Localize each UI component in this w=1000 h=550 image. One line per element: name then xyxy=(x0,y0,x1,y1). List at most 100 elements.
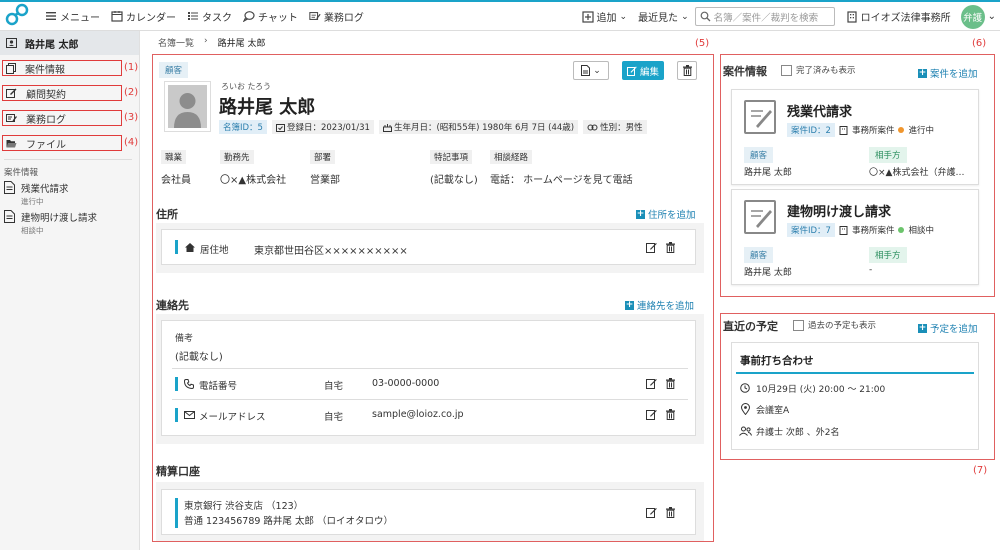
event-title-underline xyxy=(736,372,974,374)
show-completed-label: 完了済みも表示 xyxy=(796,66,856,76)
sidebar-person-header[interactable]: 路井尾 太郎 xyxy=(0,31,139,55)
avatar-text: 弁護 xyxy=(963,12,983,24)
edit-icon[interactable] xyxy=(646,409,657,420)
app-logo[interactable] xyxy=(4,2,34,30)
nav-worklog-label: 業務ログ xyxy=(323,12,364,24)
sidebar-item-label: 業務ログ xyxy=(26,114,66,126)
edit-icon[interactable] xyxy=(646,507,657,518)
contact-note-label: 備考 xyxy=(175,334,194,344)
trash-icon[interactable] xyxy=(666,378,675,389)
delete-button[interactable] xyxy=(677,61,697,80)
add-address-link[interactable]: + 住所を追加 xyxy=(636,207,696,221)
sidebar-case-title: 残業代請求 xyxy=(21,184,69,195)
recent-dropdown[interactable]: 最近見た ⌄ xyxy=(638,9,689,25)
nav-task[interactable]: タスク xyxy=(187,9,232,24)
sidebar-case-title: 建物明け渡し請求 xyxy=(21,213,98,224)
sidebar-item-advisory-contract[interactable]: 顧問契約 xyxy=(2,85,122,101)
field-value-department: 営業部 xyxy=(310,175,340,186)
trash-icon[interactable] xyxy=(666,242,675,253)
nav-worklog[interactable]: 業務ログ xyxy=(309,9,364,24)
add-dropdown[interactable]: 追加 ⌄ xyxy=(581,9,627,24)
add-dropdown-label: 追加 xyxy=(596,13,617,24)
divider xyxy=(172,399,688,400)
trash-icon xyxy=(682,65,692,76)
case-card[interactable]: 残業代請求 案件ID：2 事務所案件 進行中 顧客 路井尾 太郎 相手方 〇×▲… xyxy=(731,89,979,185)
add-contact-label: 連絡先を追加 xyxy=(637,301,695,312)
event-title: 事前打ち合わせ xyxy=(740,355,814,367)
field-label-employer: 勤務先 xyxy=(220,150,254,164)
person-meta: 名簿ID：5 登録日：2023/01/31 生年月日：(昭和55年) 1980年… xyxy=(219,120,647,134)
document-icon xyxy=(581,65,591,76)
worklog-icon xyxy=(6,114,17,122)
person-id-badge: 名簿ID：5 xyxy=(219,120,267,134)
nav-calendar-label: カレンダー xyxy=(126,12,176,24)
top-navigation: メニュー カレンダー タスク チャット 業務ログ 追加 ⌄ 最近見た ⌄ 名簿／… xyxy=(0,0,1000,31)
people-icon xyxy=(739,426,752,436)
sidebar-item-case-info[interactable]: 案件情報 xyxy=(2,60,122,76)
annotation-number: (2) xyxy=(124,87,139,98)
plus-icon: + xyxy=(918,322,927,333)
birthday-badge: 生年月日：(昭和55年) 1980年 6月 7日 (44歳) xyxy=(378,120,579,134)
annotation-number: (3) xyxy=(124,112,139,123)
document-output-dropdown[interactable]: ⌄ xyxy=(573,61,609,80)
global-search-input[interactable]: 名簿／案件／裁判を検索 xyxy=(694,7,835,26)
location-pin-icon xyxy=(741,403,750,415)
sidebar-case-status: 進行中 xyxy=(21,197,44,206)
case-title: 残業代請求 xyxy=(787,105,853,120)
show-past-checkbox[interactable] xyxy=(793,319,804,331)
case-document-icon xyxy=(744,200,776,234)
nav-chat-label: チャット xyxy=(258,12,298,24)
sidebar-cases-title: 案件情報 xyxy=(4,168,39,178)
breadcrumb-root[interactable]: 名簿一覧 xyxy=(158,36,194,49)
chevron-down-icon[interactable]: ⌄ xyxy=(988,11,996,22)
top-right-nav: 追加 ⌄ 最近見た ⌄ 名簿／案件／裁判を検索 ロイオズ法律事務所 弁護 ⌄ xyxy=(571,2,996,31)
opponent-role-tag: 相手方 xyxy=(869,247,907,263)
breadcrumb-separator-icon: › xyxy=(204,36,208,46)
event-people: 弁護士 次郎 、外2名 xyxy=(756,428,840,438)
add-contact-link[interactable]: + 連絡先を追加 xyxy=(625,298,694,312)
sidebar-person-name: 路井尾 太郎 xyxy=(25,39,79,51)
contact-row-value: sample@loioz.co.jp xyxy=(372,409,464,420)
office-name[interactable]: ロイオズ法律事務所 xyxy=(846,9,951,24)
status-dot xyxy=(898,227,905,233)
sidebar-case-item[interactable]: 建物明け渡し請求 相談中 xyxy=(4,210,97,236)
event-card[interactable]: 事前打ち合わせ 10月29日 (火) 20:00 ～ 21:00 会議室A 弁護… xyxy=(731,342,979,450)
mail-icon xyxy=(184,411,195,419)
registered-date-badge: 登録日：2023/01/31 xyxy=(271,120,374,134)
add-schedule-link[interactable]: + 予定を追加 xyxy=(918,321,978,335)
case-office: 事務所案件 xyxy=(851,226,895,236)
trash-icon[interactable] xyxy=(666,409,675,420)
sidebar-divider xyxy=(4,159,132,160)
nav-menu[interactable]: メニュー xyxy=(45,9,100,24)
show-past-label: 過去の予定も表示 xyxy=(808,321,877,331)
nav-chat[interactable]: チャット xyxy=(243,9,298,24)
nav-calendar[interactable]: カレンダー xyxy=(111,9,176,24)
edit-icon[interactable] xyxy=(646,378,657,389)
show-completed-checkbox[interactable] xyxy=(781,64,792,76)
sidebar-item-files[interactable]: ファイル xyxy=(2,135,122,151)
accent-bar xyxy=(175,377,178,391)
add-case-link[interactable]: + 案件を追加 xyxy=(918,66,978,80)
case-card[interactable]: 建物明け渡し請求 案件ID：7 事務所案件 相談中 顧客 路井尾 太郎 相手方 … xyxy=(731,189,979,285)
sidebar-case-item[interactable]: 残業代請求 進行中 xyxy=(4,181,69,207)
case-meta: 案件ID：2 事務所案件 進行中 xyxy=(787,123,934,137)
edit-icon[interactable] xyxy=(646,242,657,253)
contact-row-value: 03-0000-0000 xyxy=(372,378,440,389)
gender-icon xyxy=(587,124,598,130)
plus-icon: + xyxy=(625,299,634,310)
trash-icon[interactable] xyxy=(666,507,675,518)
sidebar-item-label: 案件情報 xyxy=(25,64,65,76)
address-type: 居住地 xyxy=(200,245,229,256)
bank-line-2: 普通 123456789 路井尾 太郎 （ロイオタロウ） xyxy=(184,516,393,527)
plus-icon: + xyxy=(636,208,645,219)
contact-row-label: 電話番号 xyxy=(199,381,238,392)
sidebar-item-worklog[interactable]: 業務ログ xyxy=(2,110,122,126)
show-completed-toggle[interactable]: 完了済みも表示 xyxy=(781,64,856,76)
schedule-title: 直近の予定 xyxy=(723,320,778,333)
building-icon xyxy=(839,225,848,235)
annotation-number: (6) xyxy=(972,38,987,49)
show-past-toggle[interactable]: 過去の予定も表示 xyxy=(793,319,876,331)
user-avatar[interactable]: 弁護 xyxy=(960,4,985,29)
edit-button[interactable]: 編集 xyxy=(622,61,665,80)
person-furigana: ろいお たろう xyxy=(221,82,272,91)
